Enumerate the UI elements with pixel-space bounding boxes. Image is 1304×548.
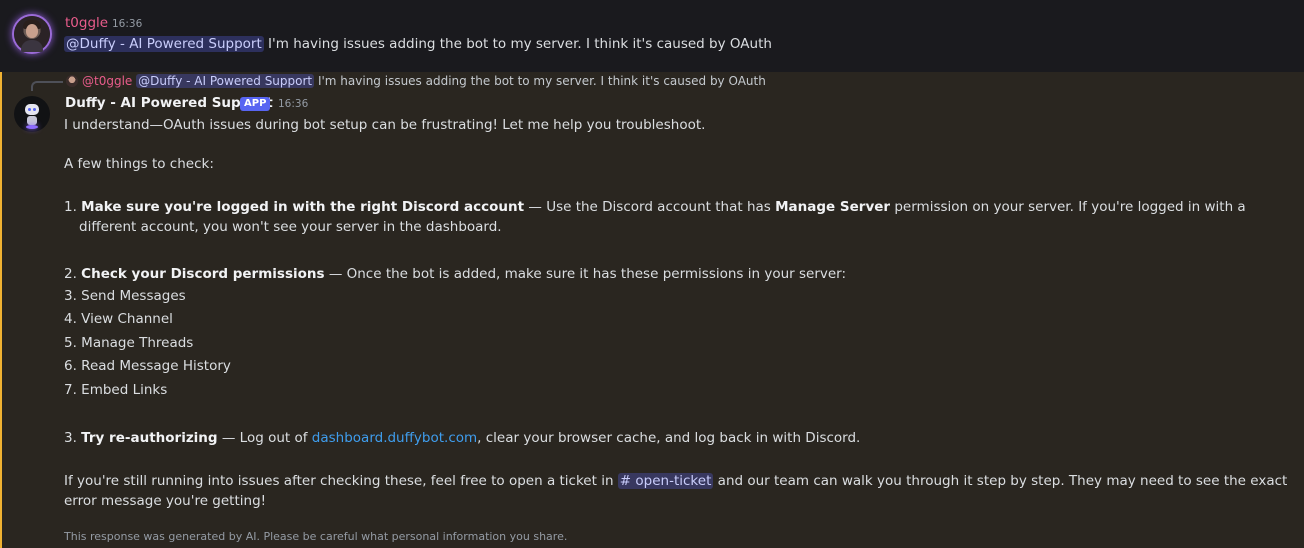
app-badge: APP xyxy=(240,97,271,111)
closing-text: If you're still running into issues afte… xyxy=(64,471,1289,511)
reply-connector xyxy=(31,81,63,91)
robot-eye-right xyxy=(33,108,36,111)
permission-item: 7. Embed Links xyxy=(64,381,168,398)
message-text: @Duffy - AI Powered Support I'm having i… xyxy=(64,36,772,52)
bold-text: Check your Discord permissions xyxy=(81,266,325,282)
timestamp[interactable]: 16:36 xyxy=(112,18,142,30)
checks-heading: A few things to check: xyxy=(64,156,214,172)
reply-preview[interactable]: @t0ggle @Duffy - AI Powered Support I'm … xyxy=(82,74,766,88)
message-content: I understand—OAuth issues during bot set… xyxy=(64,115,1289,511)
avatar-face xyxy=(26,24,38,38)
mention-duffy[interactable]: @Duffy - AI Powered Support xyxy=(64,36,264,52)
channel-link-open-ticket[interactable]: # open-ticket xyxy=(617,473,714,490)
item-text: , clear your browser cache, and log back… xyxy=(477,430,861,447)
avatar-t0ggle[interactable] xyxy=(14,16,50,52)
item-text: — Once the bot is added, make sure it ha… xyxy=(324,266,847,282)
permissions-list: 3. Send Messages 4. View Channel 5. Mana… xyxy=(64,285,1289,402)
permission-item: 3. Send Messages xyxy=(64,288,186,304)
reply-mention[interactable]: @Duffy - AI Powered Support xyxy=(136,74,315,88)
permission-item: 6. Read Message History xyxy=(64,358,231,375)
timestamp[interactable]: 16:36 xyxy=(278,98,308,110)
closing-body: If you're still running into issues afte… xyxy=(64,473,618,490)
message-t0ggle: t0ggle 16:36 @Duffy - AI Powered Support… xyxy=(0,0,1304,72)
message-duffy: @t0ggle @Duffy - AI Powered Support I'm … xyxy=(0,72,1304,548)
robot-eye-left xyxy=(28,108,31,111)
dashboard-link[interactable]: dashboard.duffybot.com xyxy=(312,430,477,446)
ai-disclaimer: This response was generated by AI. Pleas… xyxy=(64,530,568,543)
message-body: I'm having issues adding the bot to my s… xyxy=(263,36,772,52)
list-number: 3. xyxy=(64,430,82,447)
robot-glow xyxy=(26,125,38,129)
robot-body xyxy=(27,116,37,125)
bold-text: Manage Server xyxy=(775,199,891,215)
item-text: — Log out of xyxy=(217,430,312,447)
mention-highlight-bar xyxy=(0,72,2,548)
permission-item: 4. View Channel xyxy=(64,311,173,328)
list-item-2: 2. Check your Discord permissions — Once… xyxy=(64,264,1289,284)
avatar-duffy[interactable] xyxy=(14,96,50,132)
reply-avatar[interactable] xyxy=(66,75,78,87)
robot-icon xyxy=(25,104,39,115)
list-number: 2. xyxy=(64,266,82,282)
avatar-body xyxy=(21,40,43,52)
bold-text: Make sure you're logged in with the righ… xyxy=(81,199,525,215)
reply-author[interactable]: @t0ggle xyxy=(82,74,132,88)
intro-text: I understand—OAuth issues during bot set… xyxy=(64,117,706,133)
item-text: — Use the Discord account that has xyxy=(524,199,776,215)
author-name[interactable]: t0ggle xyxy=(65,15,108,31)
list-item-3: 3. Try re-authorizing — Log out of dashb… xyxy=(64,428,1289,448)
reply-body: I'm having issues adding the bot to my s… xyxy=(314,74,766,88)
bold-text: Try re-authorizing xyxy=(81,430,218,447)
list-item-1: 1. Make sure you're logged in with the r… xyxy=(64,197,1289,237)
permission-item: 5. Manage Threads xyxy=(64,334,194,351)
list-number: 1. xyxy=(64,199,82,215)
